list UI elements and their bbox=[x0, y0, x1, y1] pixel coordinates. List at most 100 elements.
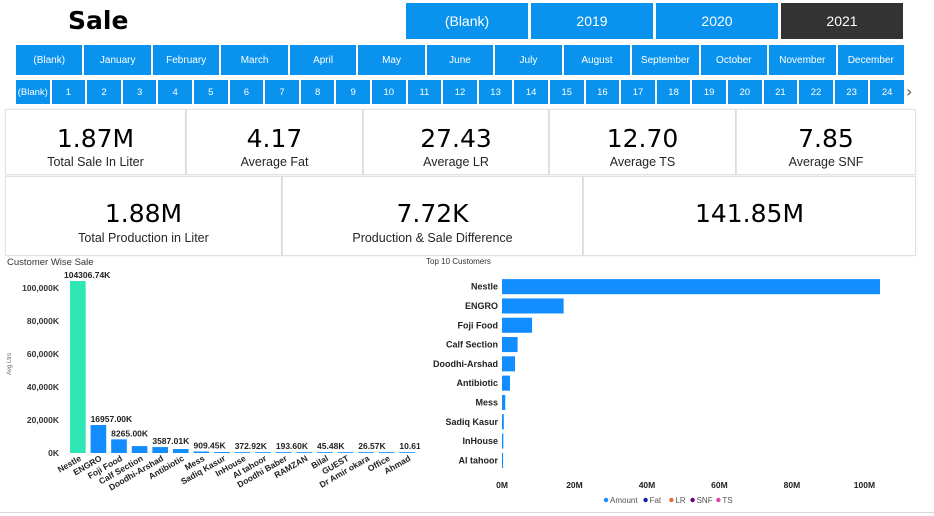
bar[interactable] bbox=[296, 452, 313, 453]
day-button-12[interactable]: 12 bbox=[442, 79, 478, 105]
legend-item[interactable]: Amount bbox=[610, 496, 638, 505]
kpi-label: Average Fat bbox=[240, 155, 309, 169]
year-button-blank[interactable]: (Blank) bbox=[405, 2, 529, 40]
day-button-19[interactable]: 19 bbox=[691, 79, 727, 105]
month-button-may[interactable]: May bbox=[357, 44, 426, 76]
day-button-8[interactable]: 8 bbox=[299, 79, 336, 105]
month-button-october[interactable]: October bbox=[699, 44, 769, 76]
bar[interactable] bbox=[502, 452, 504, 468]
day-button-22[interactable]: 22 bbox=[798, 79, 834, 105]
bar[interactable] bbox=[255, 452, 271, 453]
data-label: 372.92K bbox=[235, 441, 268, 451]
bar[interactable] bbox=[275, 452, 292, 453]
top-customers-chart-title: Top 10 Customers bbox=[426, 257, 491, 266]
chevron-right-icon[interactable]: › bbox=[906, 83, 918, 101]
bar[interactable] bbox=[502, 317, 533, 333]
day-button-2[interactable]: 2 bbox=[86, 79, 122, 105]
bar[interactable] bbox=[378, 452, 395, 453]
kpi-card: 1.88M Total Production in Liter bbox=[5, 176, 282, 256]
legend-item[interactable]: TS bbox=[722, 496, 732, 505]
legend-item[interactable]: SNF bbox=[697, 496, 713, 505]
month-button-november[interactable]: November bbox=[768, 44, 837, 76]
kpi-card: 141.85M bbox=[583, 176, 916, 256]
month-button-april[interactable]: April bbox=[288, 44, 358, 76]
category-label: InHouse bbox=[462, 436, 498, 446]
bar[interactable] bbox=[234, 452, 251, 453]
legend-marker bbox=[716, 497, 721, 503]
day-button-blank[interactable]: (Blank) bbox=[15, 79, 51, 105]
day-button-24[interactable]: 24 bbox=[869, 79, 905, 105]
bar[interactable] bbox=[502, 414, 504, 430]
y-tick-label: 0K bbox=[48, 448, 60, 458]
day-button-9[interactable]: 9 bbox=[335, 79, 371, 105]
month-button-march[interactable]: March bbox=[220, 44, 289, 76]
legend-item[interactable]: LR bbox=[675, 496, 685, 505]
bar[interactable] bbox=[172, 449, 189, 453]
month-button-blank[interactable]: (Blank) bbox=[15, 44, 84, 76]
bar[interactable] bbox=[502, 279, 880, 295]
bar[interactable] bbox=[317, 452, 333, 453]
day-button-10[interactable]: 10 bbox=[371, 79, 407, 105]
day-button-6[interactable]: 6 bbox=[228, 79, 265, 105]
bar[interactable] bbox=[111, 439, 127, 453]
day-button-11[interactable]: 11 bbox=[406, 79, 443, 105]
category-label: Antibiotic bbox=[457, 378, 499, 388]
customer-sale-chart-title: Customer Wise Sale bbox=[7, 257, 94, 268]
kpi-value: 27.43 bbox=[420, 124, 492, 153]
kpi-card: 1.87M Total Sale In Liter bbox=[5, 109, 186, 175]
legend-item[interactable]: Fat bbox=[650, 496, 662, 505]
day-button-13[interactable]: 13 bbox=[477, 79, 514, 105]
bar[interactable] bbox=[152, 447, 168, 453]
day-button-16[interactable]: 16 bbox=[584, 79, 621, 105]
day-button-5[interactable]: 5 bbox=[193, 79, 229, 105]
bar[interactable] bbox=[90, 425, 107, 453]
bar[interactable] bbox=[399, 452, 416, 453]
year-button-2020[interactable]: 2020 bbox=[655, 2, 779, 40]
day-button-14[interactable]: 14 bbox=[513, 79, 549, 105]
day-button-20[interactable]: 20 bbox=[727, 79, 763, 105]
bar[interactable] bbox=[502, 433, 504, 449]
bar[interactable] bbox=[70, 281, 86, 453]
kpi-label: Production & Sale Difference bbox=[352, 231, 513, 245]
day-button-15[interactable]: 15 bbox=[549, 79, 585, 105]
bar[interactable] bbox=[502, 298, 564, 314]
category-label: Sadiq Kasur bbox=[445, 417, 498, 427]
bar[interactable] bbox=[502, 375, 510, 391]
data-label: 10.61K bbox=[399, 441, 420, 451]
day-button-23[interactable]: 23 bbox=[833, 79, 870, 105]
bar[interactable] bbox=[502, 356, 516, 372]
kpi-label: Average TS bbox=[609, 155, 676, 169]
day-button-1[interactable]: 1 bbox=[50, 79, 87, 105]
year-button-2021[interactable]: 2021 bbox=[780, 2, 904, 40]
month-button-january[interactable]: January bbox=[83, 44, 152, 76]
month-button-february[interactable]: February bbox=[151, 44, 221, 76]
category-label: Al tahoor bbox=[459, 455, 499, 465]
month-button-july[interactable]: July bbox=[494, 44, 563, 76]
data-label: 16957.00K bbox=[91, 414, 133, 424]
month-button-september[interactable]: September bbox=[631, 44, 700, 76]
bar[interactable] bbox=[193, 451, 210, 453]
day-button-3[interactable]: 3 bbox=[121, 79, 158, 105]
bar[interactable] bbox=[358, 452, 374, 453]
day-button-7[interactable]: 7 bbox=[264, 79, 300, 105]
bar[interactable] bbox=[502, 394, 506, 410]
bar[interactable] bbox=[337, 452, 354, 453]
year-button-2019[interactable]: 2019 bbox=[530, 2, 654, 40]
bar[interactable] bbox=[131, 446, 148, 453]
day-button-4[interactable]: 4 bbox=[157, 79, 193, 105]
month-button-december[interactable]: December bbox=[836, 44, 905, 76]
day-button-17[interactable]: 17 bbox=[620, 79, 656, 105]
month-button-june[interactable]: June bbox=[425, 44, 495, 76]
bar[interactable] bbox=[214, 452, 230, 453]
bar[interactable] bbox=[502, 337, 518, 353]
y-tick-label: 40,000K bbox=[27, 382, 60, 392]
month-button-august[interactable]: August bbox=[562, 44, 632, 76]
y-tick-label: 100,000K bbox=[22, 283, 60, 293]
kpi-card: 7.72K Production & Sale Difference bbox=[282, 176, 583, 256]
kpi-card: 27.43 Average LR bbox=[363, 109, 549, 175]
day-button-21[interactable]: 21 bbox=[762, 79, 799, 105]
x-tick-label: 0M bbox=[496, 480, 508, 490]
category-label: Calf Section bbox=[446, 340, 498, 350]
x-tick-label: 40M bbox=[639, 480, 656, 490]
day-button-18[interactable]: 18 bbox=[655, 79, 692, 105]
